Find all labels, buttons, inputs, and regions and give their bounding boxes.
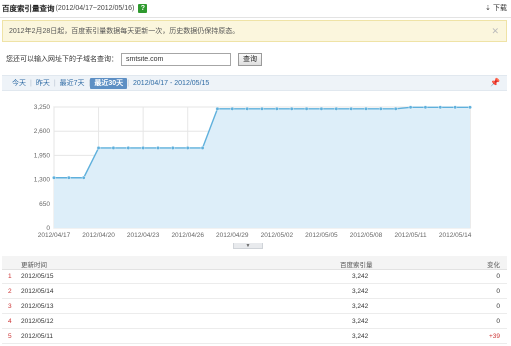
x-tick-label: 2012/04/29 bbox=[216, 232, 249, 239]
download-icon: ⇣ bbox=[485, 5, 491, 12]
data-point bbox=[52, 175, 56, 180]
data-point bbox=[215, 106, 220, 111]
data-point bbox=[96, 146, 101, 150]
y-tick-label: 0 bbox=[46, 225, 50, 232]
y-tick-label: 1,950 bbox=[34, 152, 51, 159]
update-notice: 2012年2月28日起，百度索引量数据每天更新一次，历史数据仍保持原态。 ✕ bbox=[2, 20, 507, 42]
title-bar: 百度索引量查询 (2012/04/17~2012/05/16) ? ⇣ 下载 bbox=[0, 0, 511, 18]
data-point bbox=[274, 106, 279, 111]
subdomain-input[interactable] bbox=[121, 52, 231, 66]
x-tick-label: 2012/05/02 bbox=[261, 232, 294, 239]
selected-date-range: 2012/04/17 - 2012/05/15 bbox=[133, 79, 210, 87]
subdomain-label: 您还可以输入网址下的子域名查询： bbox=[6, 56, 118, 63]
data-point bbox=[349, 106, 354, 111]
data-point bbox=[81, 175, 86, 180]
page-title: 百度索引量查询 bbox=[2, 4, 55, 13]
row-value: 3,242 bbox=[352, 333, 369, 340]
download-label: 下载 bbox=[493, 5, 507, 12]
x-tick-label: 2012/04/17 bbox=[38, 232, 71, 239]
row-value: 3,242 bbox=[352, 288, 369, 295]
table-row: 4 2012/05/12 3,242 0 bbox=[2, 315, 507, 329]
query-button[interactable]: 查询 bbox=[238, 52, 262, 66]
close-icon[interactable]: ✕ bbox=[491, 26, 499, 37]
row-change: 0 bbox=[496, 288, 500, 295]
x-tick-label: 2012/05/08 bbox=[350, 232, 383, 239]
data-point bbox=[230, 106, 235, 111]
row-date: 2012/05/15 bbox=[21, 273, 54, 280]
row-value: 3,242 bbox=[352, 273, 369, 280]
table-row: 2 2012/05/14 3,242 0 bbox=[2, 285, 507, 299]
row-index: 5 bbox=[8, 333, 12, 340]
data-point bbox=[111, 146, 116, 150]
data-point bbox=[289, 106, 294, 111]
data-point bbox=[304, 106, 309, 111]
y-tick-label: 650 bbox=[39, 201, 50, 208]
x-tick-label: 2012/05/05 bbox=[305, 232, 338, 239]
notice-text: 2012年2月28日起，百度索引量数据每天更新一次，历史数据仍保持原态。 bbox=[9, 28, 240, 35]
y-tick-label: 3,250 bbox=[34, 104, 51, 111]
data-point bbox=[185, 146, 190, 150]
row-change: 0 bbox=[496, 273, 500, 280]
collapse-chart-toggle[interactable]: ▼ bbox=[233, 243, 263, 249]
y-tick-label: 1,300 bbox=[34, 177, 51, 184]
data-point bbox=[156, 146, 160, 150]
subdomain-query-row: 您还可以输入网址下的子域名查询： 查询 bbox=[2, 50, 507, 68]
row-index: 3 bbox=[8, 303, 12, 310]
y-tick-label: 2,600 bbox=[34, 128, 51, 135]
row-change: 0 bbox=[496, 318, 500, 325]
data-point bbox=[378, 106, 383, 111]
data-point bbox=[260, 106, 264, 111]
chart-svg: 3,250 2,600 1,950 1,300 650 02012/04/17 2012/0… bbox=[34, 104, 472, 239]
pin-icon[interactable]: 📌 bbox=[490, 78, 500, 87]
data-point bbox=[393, 106, 398, 111]
tab-last-7-days[interactable]: 最近7天 bbox=[56, 78, 89, 89]
table-row: 3 2012/05/13 3,242 0 bbox=[2, 300, 507, 314]
header-change: 变化 bbox=[487, 262, 500, 269]
row-date: 2012/05/11 bbox=[21, 333, 54, 340]
title-date-range: (2012/04/17~2012/05/16) bbox=[55, 5, 135, 12]
table-row: 1 2012/05/15 3,242 0 bbox=[2, 270, 507, 284]
row-index: 2 bbox=[8, 288, 12, 295]
help-icon[interactable]: ? bbox=[138, 4, 148, 13]
row-index: 4 bbox=[8, 318, 12, 325]
data-point bbox=[423, 105, 428, 110]
data-point bbox=[408, 105, 413, 110]
tab-yesterday[interactable]: 昨天 bbox=[32, 78, 54, 89]
data-point bbox=[364, 106, 368, 111]
data-point bbox=[200, 146, 205, 150]
row-date: 2012/05/12 bbox=[21, 318, 54, 325]
row-value: 3,242 bbox=[352, 303, 369, 310]
data-point bbox=[66, 175, 71, 180]
data-point bbox=[334, 106, 339, 111]
header-date: 更新时间 bbox=[21, 262, 47, 269]
x-tick-label: 2012/04/23 bbox=[127, 232, 160, 239]
table-header: 更新时间 百度索引量 变化 bbox=[2, 256, 507, 270]
tab-last-30-days[interactable]: 最近30天 bbox=[90, 77, 128, 89]
time-range-tabs: 今天 | 昨天 | 最近7天 | 最近30天 | 2012/04/17 - 20… bbox=[2, 75, 507, 91]
table-row: 5 2012/05/11 3,242 +39 bbox=[2, 330, 507, 344]
data-point bbox=[141, 146, 146, 150]
row-date: 2012/05/13 bbox=[21, 303, 54, 310]
row-change: 0 bbox=[496, 303, 500, 310]
x-tick-label: 2012/05/11 bbox=[395, 232, 427, 239]
data-point bbox=[126, 146, 131, 150]
row-change: +39 bbox=[488, 333, 500, 340]
data-point bbox=[438, 105, 443, 110]
header-value: 百度索引量 bbox=[340, 262, 373, 269]
row-date: 2012/05/14 bbox=[21, 288, 54, 295]
chevron-down-icon: ▼ bbox=[245, 242, 251, 249]
x-tick-label: 2012/04/20 bbox=[82, 232, 115, 239]
data-point bbox=[453, 105, 458, 110]
x-tick-label: 2012/04/26 bbox=[171, 232, 204, 239]
data-point bbox=[245, 106, 250, 111]
tab-today[interactable]: 今天 bbox=[8, 78, 30, 89]
download-link[interactable]: ⇣ 下载 bbox=[485, 3, 507, 13]
data-point bbox=[468, 105, 472, 110]
x-tick-label: 2012/05/14 bbox=[439, 232, 472, 239]
row-value: 3,242 bbox=[352, 318, 369, 325]
row-index: 1 bbox=[8, 273, 12, 280]
data-point bbox=[170, 146, 175, 150]
index-trend-chart: 3,250 2,600 1,950 1,300 650 0 2012/04/17 2012/0… bbox=[2, 92, 507, 244]
data-point bbox=[319, 106, 324, 111]
